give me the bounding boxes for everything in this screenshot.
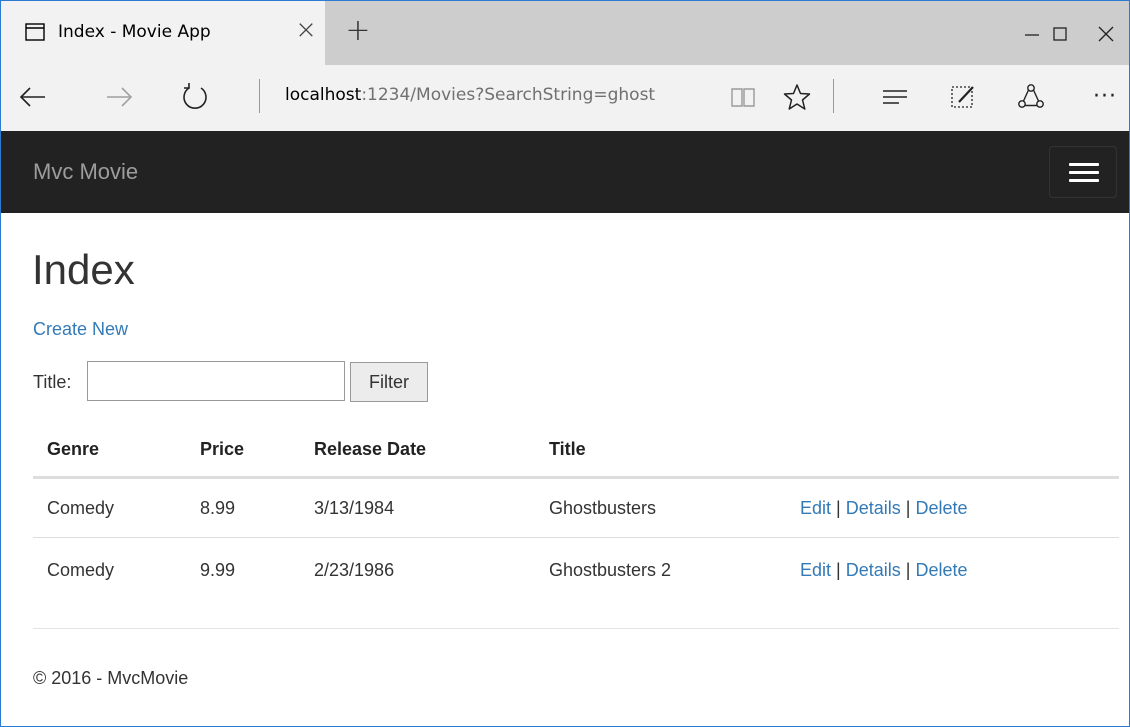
cell-title: Ghostbusters — [549, 498, 657, 518]
column-header-price: Price — [200, 439, 245, 459]
column-header-genre: Genre — [47, 439, 100, 459]
back-icon[interactable] — [15, 79, 51, 115]
filter-button[interactable]: Filter — [350, 362, 428, 402]
details-link[interactable]: Details — [846, 498, 901, 518]
navbar-toggle-button[interactable] — [1049, 146, 1117, 198]
row-actions: Edit | Details | Delete — [800, 498, 968, 519]
filter-label: Title: — [33, 372, 72, 392]
url-host: localhost — [285, 85, 362, 105]
cell-genre: Comedy — [47, 560, 115, 580]
close-icon[interactable]: × — [293, 15, 319, 45]
tab-strip: Index - Movie App × + — [1, 1, 1129, 65]
create-new-link[interactable]: Create New — [33, 319, 128, 340]
details-link[interactable]: Details — [846, 560, 901, 580]
row-actions: Edit | Details | Delete — [800, 560, 968, 581]
column-header-release-date: Release Date — [314, 439, 427, 459]
browser-window: Index - Movie App × + localhost:1234/Mov… — [0, 0, 1130, 727]
more-icon[interactable]: ··· — [1087, 79, 1123, 115]
action-separator: | — [836, 498, 841, 518]
action-separator: | — [836, 560, 841, 580]
address-separator — [259, 79, 260, 113]
tab-page-icon — [25, 23, 45, 46]
cell-price: 8.99 — [200, 498, 236, 518]
maximize-icon[interactable] — [1045, 19, 1075, 49]
cell-title: Ghostbusters 2 — [549, 560, 672, 580]
cell-genre: Comedy — [47, 498, 115, 518]
new-tab-icon[interactable]: + — [343, 13, 373, 49]
footer-divider — [33, 628, 1119, 629]
web-note-icon[interactable] — [945, 79, 981, 115]
url-path: :1234/Movies?SearchString=ghost — [361, 85, 656, 105]
delete-link[interactable]: Delete — [916, 560, 968, 580]
edit-link[interactable]: Edit — [800, 498, 831, 518]
column-header-title: Title — [549, 439, 586, 459]
favorite-star-icon[interactable] — [779, 79, 815, 115]
action-separator: | — [905, 498, 911, 518]
window-close-icon[interactable] — [1091, 19, 1121, 49]
edit-link[interactable]: Edit — [800, 560, 831, 580]
reading-view-icon[interactable] — [725, 79, 761, 115]
address-bar: localhost:1234/Movies?SearchString=ghost — [1, 65, 1129, 131]
toolbar-separator — [833, 79, 834, 113]
table-header-rule — [33, 476, 1119, 479]
tab-title: Index - Movie App — [58, 22, 211, 42]
row-divider — [33, 537, 1119, 538]
minimize-icon[interactable] — [1017, 19, 1047, 49]
cell-release-date: 3/13/1984 — [314, 498, 395, 518]
cell-price: 9.99 — [200, 560, 236, 580]
site-navbar: Mvc Movie — [1, 131, 1129, 213]
address-url[interactable]: localhost:1234/Movies?SearchString=ghost — [285, 85, 655, 105]
refresh-icon[interactable] — [177, 79, 213, 115]
share-icon[interactable] — [1013, 79, 1049, 115]
action-separator: | — [905, 560, 911, 580]
title-filter-input[interactable] — [87, 361, 345, 401]
page-title: Index — [32, 246, 135, 293]
delete-link[interactable]: Delete — [916, 498, 968, 518]
cell-release-date: 2/23/1986 — [314, 560, 395, 580]
footer-copyright: © 2016 - MvcMovie — [33, 668, 189, 688]
active-tab[interactable]: Index - Movie App × — [1, 1, 325, 65]
brand-link[interactable]: Mvc Movie — [33, 159, 138, 185]
forward-icon[interactable] — [101, 79, 137, 115]
hub-icon[interactable] — [877, 79, 913, 115]
